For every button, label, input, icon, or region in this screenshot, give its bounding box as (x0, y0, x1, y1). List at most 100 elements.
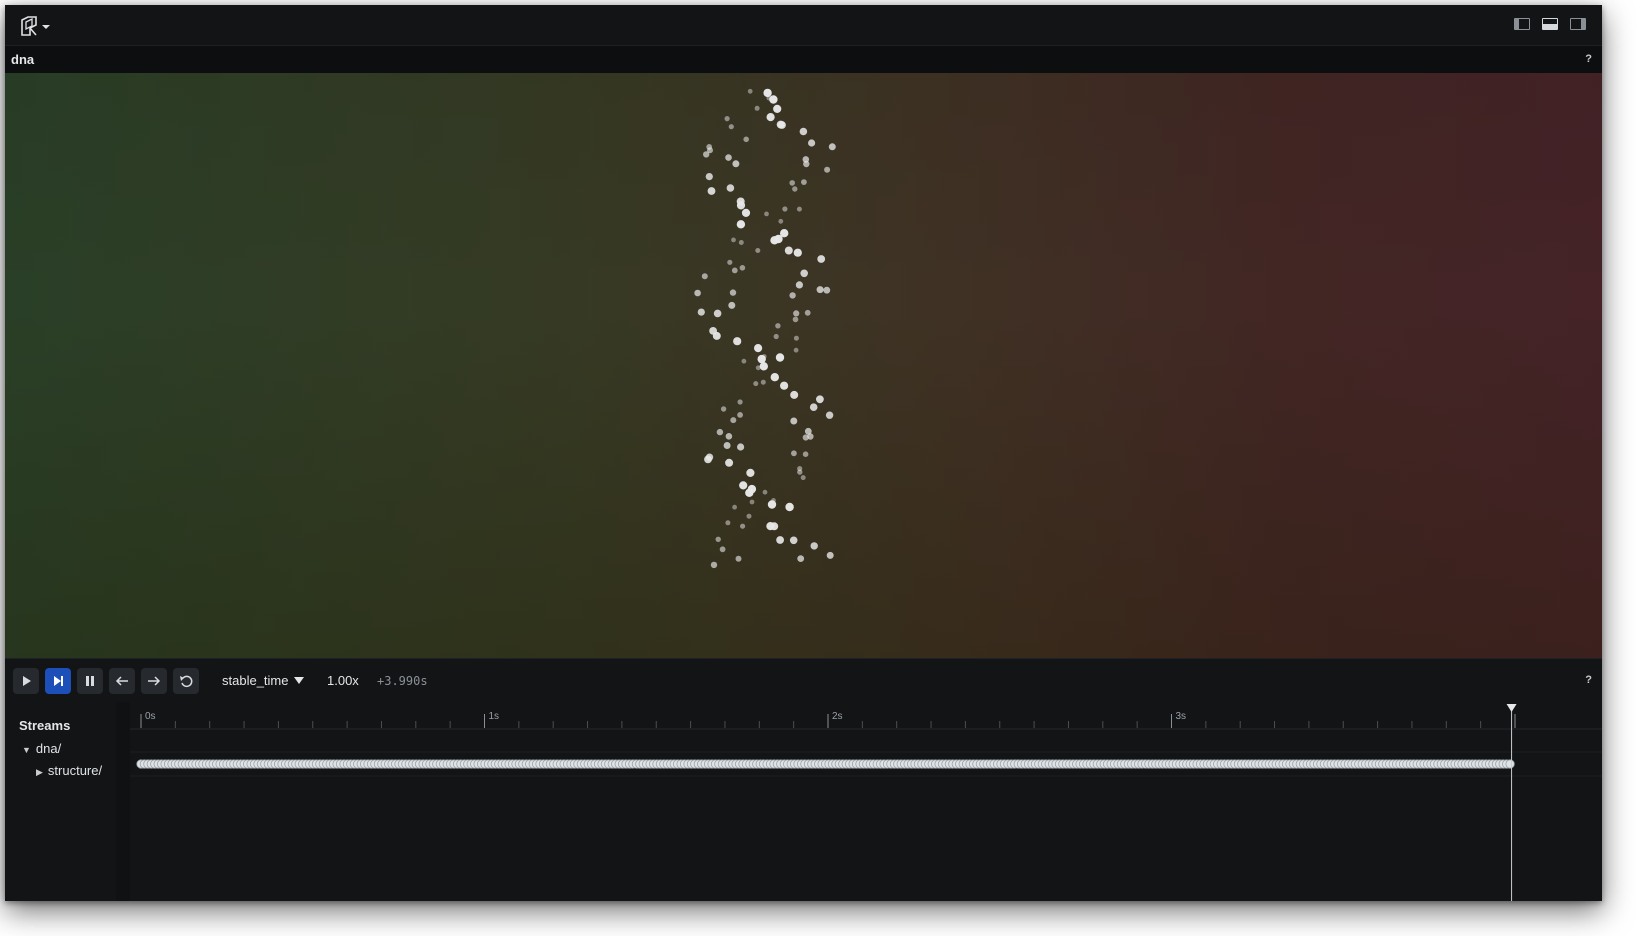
point (726, 184, 735, 192)
point (778, 218, 784, 224)
timeline-selector[interactable]: stable_time (222, 673, 305, 688)
tree-item-dna[interactable]: ▼ dna/ (22, 741, 61, 756)
point (766, 95, 772, 101)
point (793, 248, 802, 257)
point (782, 206, 788, 212)
point (737, 412, 743, 418)
point (754, 344, 763, 353)
point (749, 499, 755, 505)
playback-speed[interactable]: 1.00x (327, 673, 359, 688)
streams-panel: Streams ▼ dna/ ▶ structure/ 0s 1s 2s 3s (5, 702, 1602, 901)
pause-button[interactable] (77, 668, 103, 694)
point (793, 347, 799, 353)
view-title[interactable]: dna (11, 52, 34, 67)
time-controls-bar: stable_time 1.00x +3.990s ? (5, 658, 1602, 703)
point (764, 211, 769, 217)
point (802, 434, 809, 441)
point (728, 301, 736, 309)
point (828, 143, 836, 151)
rerun-logo-icon[interactable] (19, 16, 55, 36)
ruler-label: 0s (145, 711, 156, 722)
play-to-end-button[interactable] (45, 668, 71, 694)
point (694, 289, 701, 297)
step-forward-button[interactable] (141, 668, 167, 694)
point (780, 381, 789, 390)
point (773, 104, 782, 113)
point (746, 468, 755, 477)
point (730, 417, 737, 424)
point (826, 551, 834, 559)
point (724, 116, 730, 122)
point (697, 308, 705, 316)
point (741, 358, 747, 364)
time-help-button[interactable]: ? (1585, 674, 1592, 686)
point (727, 259, 733, 265)
point (816, 286, 824, 294)
point (802, 451, 809, 458)
point (796, 206, 802, 212)
point (810, 542, 818, 550)
point (789, 536, 798, 545)
point (762, 489, 768, 495)
point (776, 536, 784, 544)
point (754, 105, 760, 111)
point (791, 450, 797, 457)
point (705, 173, 713, 181)
point (725, 154, 732, 161)
spatial-3d-viewport[interactable] (5, 73, 1602, 658)
point (731, 237, 736, 243)
point (737, 399, 743, 405)
point (736, 201, 746, 210)
point (703, 151, 710, 158)
view-tab-bar: dna ? (5, 46, 1602, 73)
point (824, 166, 831, 173)
point (713, 309, 722, 318)
point-cloud (694, 88, 836, 569)
view-help-button[interactable]: ? (1585, 53, 1592, 65)
point (773, 333, 779, 340)
right-panel-toggle-icon[interactable] (1570, 18, 1586, 30)
point (797, 466, 803, 472)
point (793, 310, 800, 317)
left-panel-toggle-icon[interactable] (1514, 18, 1530, 30)
ruler-label: 1s (489, 711, 500, 722)
play-button[interactable] (13, 668, 39, 694)
point (720, 406, 727, 412)
point (760, 379, 766, 385)
point (732, 160, 740, 168)
tree-item-label: dna/ (35, 741, 62, 756)
point (707, 187, 716, 195)
point (767, 500, 777, 509)
point (741, 208, 751, 217)
expanded-triangle-icon[interactable]: ▼ (22, 745, 31, 755)
time-track[interactable]: 0s 1s 2s 3s (130, 702, 1602, 901)
point (766, 113, 775, 122)
timeline-name: stable_time (222, 673, 289, 688)
event-marker[interactable] (1505, 759, 1515, 769)
point (800, 269, 808, 278)
point (725, 458, 734, 467)
time-track-area[interactable]: 0s 1s 2s 3s (130, 702, 1602, 901)
point (725, 520, 731, 526)
point (809, 403, 818, 412)
time-ruler: 0s 1s 2s 3s (130, 711, 1602, 730)
point (737, 443, 745, 451)
collapsed-triangle-icon[interactable]: ▶ (36, 767, 43, 777)
current-time[interactable]: +3.990s (377, 674, 428, 688)
event-row (130, 751, 1602, 777)
loop-button[interactable] (173, 668, 199, 694)
tree-item-structure[interactable]: ▶ structure/ (36, 763, 102, 778)
streams-tree: Streams ▼ dna/ ▶ structure/ (5, 702, 116, 901)
step-back-button[interactable] (109, 668, 135, 694)
point (745, 488, 754, 497)
time-cursor-handle-icon[interactable] (1506, 704, 1517, 712)
point (817, 255, 826, 263)
time-cursor (1506, 704, 1517, 901)
point (792, 186, 798, 192)
point (716, 428, 724, 436)
bottom-panel-toggle-icon[interactable] (1542, 18, 1558, 30)
point (747, 88, 753, 94)
panel-divider[interactable] (116, 702, 130, 901)
point (784, 246, 793, 255)
point (775, 323, 781, 329)
